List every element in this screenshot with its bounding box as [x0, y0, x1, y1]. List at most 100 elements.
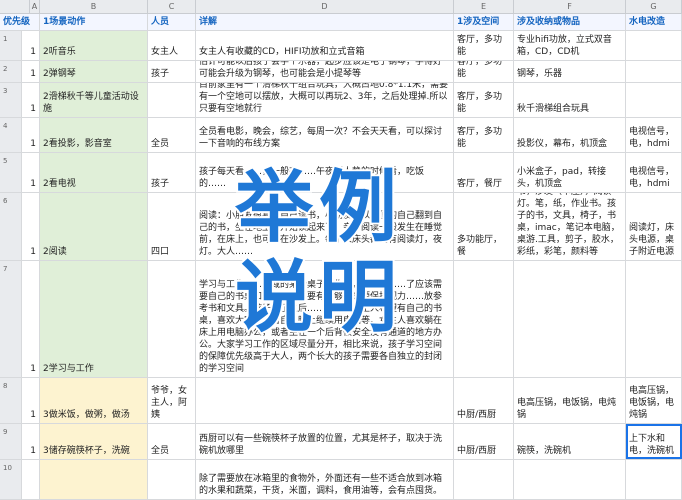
- header-space-cell[interactable]: 1涉及空间: [454, 14, 514, 30]
- space-cell[interactable]: 中厨/西厨: [454, 378, 514, 423]
- detail-cell[interactable]: 估计可能以后孩子会学个乐器，起步应该是电子钢琴，学得好可能会升级为钢琴，也可能会…: [196, 61, 454, 82]
- detail-cell[interactable]: 女主人有收藏的CD，HIFI功放和立式音箱: [196, 31, 454, 60]
- items-cell[interactable]: 投影仪，幕布，机顶盒: [514, 118, 626, 152]
- space-cell[interactable]: 中厨/西厨: [454, 424, 514, 459]
- utility-cell[interactable]: [626, 31, 682, 60]
- items-text: 钢琴，乐器: [517, 69, 563, 79]
- scene-cell[interactable]: 2看投影，影音室: [40, 118, 148, 152]
- detail-cell[interactable]: 西厨可以有一些碗筷杯子放置的位置，尤其是杯子，取决于洗碗机放哪里: [196, 424, 454, 459]
- utility-cell[interactable]: [626, 61, 682, 82]
- header-items-cell[interactable]: 涉及收纳或物品: [514, 14, 626, 30]
- items-cell[interactable]: [514, 460, 626, 499]
- items-text: 秋千滑梯组合玩具: [517, 104, 590, 114]
- space-cell[interactable]: 客厅，餐厅: [454, 153, 514, 192]
- scene-cell[interactable]: 3做米饭，做粥，做汤: [40, 378, 148, 423]
- utility-cell[interactable]: [626, 460, 682, 499]
- scene-cell[interactable]: 3储存碗筷杯子，洗碗: [40, 424, 148, 459]
- utility-text: 上下水和电，洗碗机: [629, 434, 675, 456]
- table-row: 10 除了需要放在冰箱里的食物外，外面还有一些不适合放到冰箱的水果和蔬菜，干货，米…: [0, 460, 682, 500]
- space-text: 客厅，多功能: [457, 92, 503, 114]
- items-cell[interactable]: [514, 261, 626, 377]
- people-cell[interactable]: [148, 83, 196, 117]
- row-number-header[interactable]: [0, 0, 30, 14]
- row-number[interactable]: 4: [0, 118, 22, 152]
- utility-cell[interactable]: 上下水和电，洗碗机: [626, 424, 682, 459]
- column-header-a[interactable]: A: [30, 0, 40, 14]
- header-priority-cell[interactable]: 优先级: [0, 14, 40, 30]
- items-cell[interactable]: 书，沙发（卡座），阅读灯。笔，纸，作业书。孩子的书，文具，椅子，书桌，imac，…: [514, 193, 626, 260]
- header-people-cell[interactable]: 人员: [148, 14, 196, 30]
- detail-cell[interactable]: 除了需要放在冰箱里的食物外，外面还有一些不适合放到冰箱的水果和蔬菜，干货，米面，…: [196, 460, 454, 499]
- header-detail-cell[interactable]: 详解: [196, 14, 454, 30]
- people-cell[interactable]: [148, 460, 196, 499]
- detail-text: 除了需要放在冰箱里的食物外，外面还有一些不适合放到冰箱的水果和蔬菜，干货，米面，…: [199, 474, 443, 496]
- scene-cell[interactable]: 2学习与工作: [40, 261, 148, 377]
- header-utility-cell[interactable]: 水电改造: [626, 14, 682, 30]
- scene-cell[interactable]: 2滑梯秋千等儿童活动设施: [40, 83, 148, 117]
- row-number[interactable]: 7: [0, 261, 22, 377]
- people-cell[interactable]: 四口: [148, 193, 196, 260]
- utility-cell[interactable]: 电视信号，电，hdmi: [626, 153, 682, 192]
- row-number[interactable]: 9: [0, 424, 22, 459]
- row-number[interactable]: 10: [0, 460, 22, 499]
- utility-text: 电视信号，电，hdmi: [629, 127, 675, 149]
- space-cell[interactable]: 客厅，多功能: [454, 118, 514, 152]
- people-text: 全员: [151, 139, 170, 149]
- header-people: 人员: [151, 17, 170, 27]
- items-cell[interactable]: 小米盒子，pad，转接头，机顶盒: [514, 153, 626, 192]
- row-number-text: 4: [3, 122, 8, 130]
- utility-cell[interactable]: 电高压锅，电饭锅，电炖锅: [626, 378, 682, 423]
- space-cell[interactable]: 客厅，多功能: [454, 61, 514, 82]
- utility-cell[interactable]: [626, 83, 682, 117]
- column-header-f[interactable]: F: [514, 0, 626, 14]
- detail-cell[interactable]: [196, 378, 454, 423]
- row-number[interactable]: 1: [0, 31, 22, 60]
- people-cell[interactable]: 女主人: [148, 31, 196, 60]
- items-text: 小米盒子，pad，转接头，机顶盒: [517, 167, 606, 189]
- items-text: 专业hifi功放，立式双音箱，CD，CD机: [517, 35, 612, 57]
- column-header-d[interactable]: D: [196, 0, 454, 14]
- utility-cell[interactable]: [626, 261, 682, 377]
- space-cell[interactable]: 客厅，多功能: [454, 83, 514, 117]
- row-number[interactable]: 2: [0, 61, 22, 82]
- space-cell[interactable]: 客厅，多功能: [454, 31, 514, 60]
- priority-text: 1: [30, 364, 36, 374]
- people-cell[interactable]: 全员: [148, 424, 196, 459]
- column-header-e[interactable]: E: [454, 0, 514, 14]
- space-cell[interactable]: [454, 460, 514, 499]
- space-cell[interactable]: [454, 261, 514, 377]
- header-scene-cell[interactable]: 1场景动作: [40, 14, 148, 30]
- people-cell[interactable]: [148, 261, 196, 377]
- items-cell[interactable]: 专业hifi功放，立式双音箱，CD，CD机: [514, 31, 626, 60]
- row-number[interactable]: 5: [0, 153, 22, 192]
- scene-cell[interactable]: 2听音乐: [40, 31, 148, 60]
- column-header-b[interactable]: B: [40, 0, 148, 14]
- space-text: 客厅，餐厅: [457, 179, 503, 189]
- people-cell[interactable]: 全员: [148, 118, 196, 152]
- row-number[interactable]: 3: [0, 83, 22, 117]
- items-cell[interactable]: 电高压锅，电饭锅，电炖锅: [514, 378, 626, 423]
- people-text: 全员: [151, 446, 170, 456]
- scene-cell[interactable]: 2弹钢琴: [40, 61, 148, 82]
- people-cell[interactable]: 孩子: [148, 61, 196, 82]
- row-number[interactable]: 8: [0, 378, 22, 423]
- row-number[interactable]: 6: [0, 193, 22, 260]
- priority-text: 1: [30, 139, 36, 149]
- people-cell[interactable]: 爷爷，女主人，阿姨: [148, 378, 196, 423]
- space-text: 客厅，多功能: [457, 61, 503, 79]
- column-header-c[interactable]: C: [148, 0, 196, 14]
- column-header-g[interactable]: G: [626, 0, 682, 14]
- row-number-text: 10: [3, 464, 12, 472]
- scene-cell[interactable]: 2阅读: [40, 193, 148, 260]
- utility-cell[interactable]: 电视信号，电，hdmi: [626, 118, 682, 152]
- items-cell[interactable]: 钢琴，乐器: [514, 61, 626, 82]
- space-cell[interactable]: 多功能厅，餐: [454, 193, 514, 260]
- header-utility: 水电改造: [629, 17, 666, 27]
- detail-cell[interactable]: 目前家里有一个滑梯秋千组合玩具，大概占地0.8*1.1米，需要有一个空地可以摆放…: [196, 83, 454, 117]
- scene-cell[interactable]: [40, 460, 148, 499]
- items-cell[interactable]: 秋千滑梯组合玩具: [514, 83, 626, 117]
- scene-cell[interactable]: 2看电视: [40, 153, 148, 192]
- people-cell[interactable]: 孩子: [148, 153, 196, 192]
- items-cell[interactable]: 碗筷，洗碗机: [514, 424, 626, 459]
- utility-cell[interactable]: 阅读灯，床头电源，桌子附近电源: [626, 193, 682, 260]
